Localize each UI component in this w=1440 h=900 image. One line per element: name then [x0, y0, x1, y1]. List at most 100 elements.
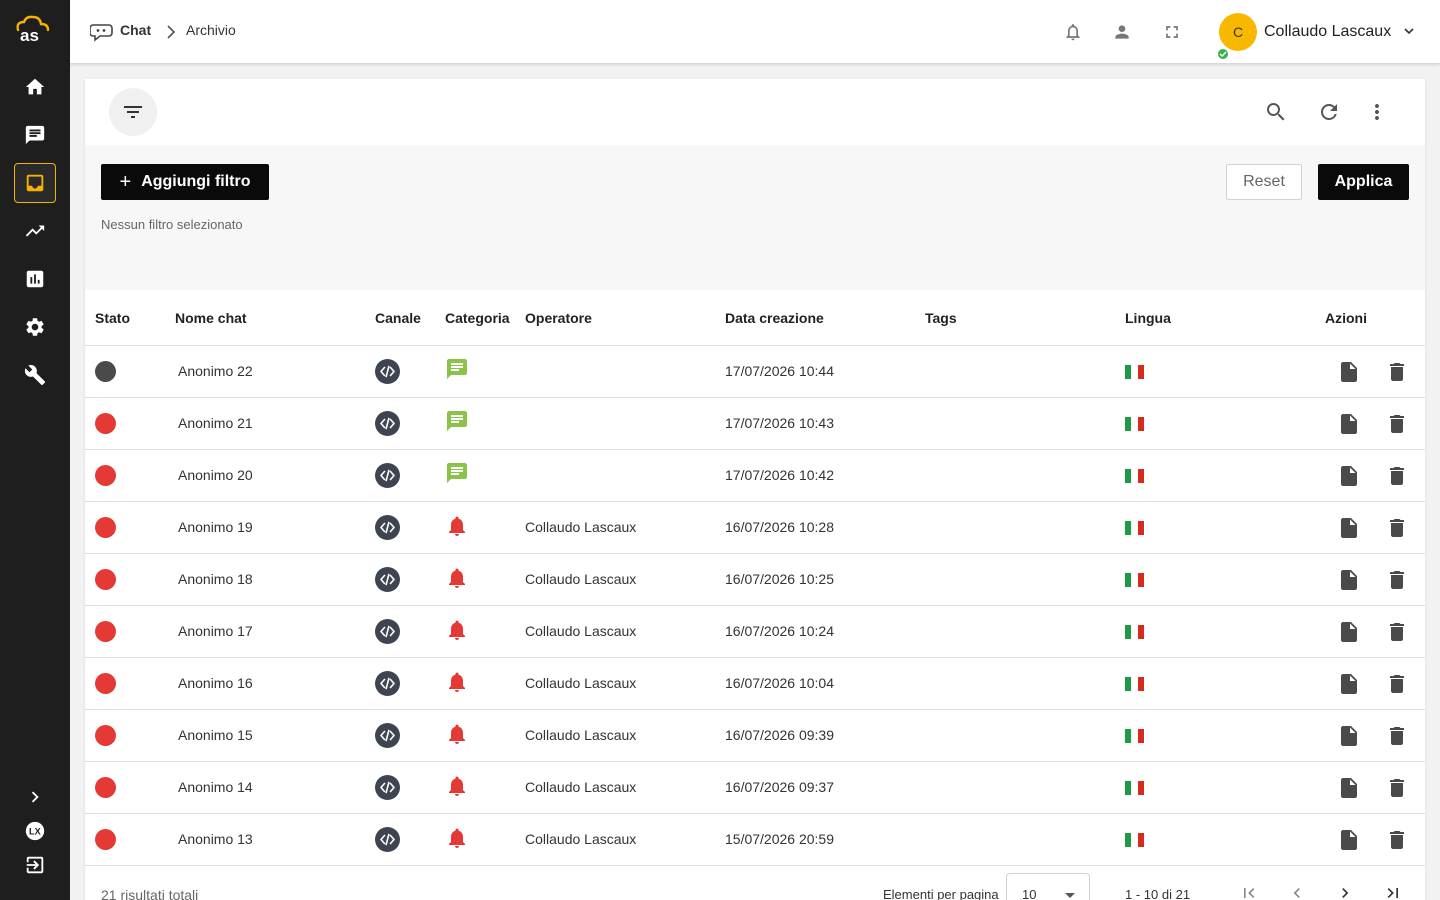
category-bell-icon [445, 670, 469, 694]
more-options-button[interactable] [1365, 100, 1389, 124]
category-chat-icon [445, 461, 469, 485]
table-footer: 21 risultati totali Elementi per pagina … [85, 866, 1425, 900]
table-row[interactable]: Anonimo 21 17/07/2026 10:43 [85, 398, 1425, 450]
table-row[interactable]: Anonimo 14 Collaudo Lascaux 16/07/2026 09:… [85, 762, 1425, 814]
delete-button[interactable] [1385, 360, 1409, 384]
table-row[interactable]: Anonimo 13 Collaudo Lascaux 15/07/2026 20:… [85, 814, 1425, 866]
table-row[interactable]: Anonimo 20 17/07/2026 10:42 [85, 450, 1425, 502]
italy-flag-icon [1125, 625, 1144, 639]
chat-name[interactable]: Anonimo 21 [178, 415, 253, 431]
view-transcript-button[interactable] [1337, 360, 1361, 384]
delete-button[interactable] [1385, 672, 1409, 696]
add-filter-button[interactable]: + Aggiungi filtro [101, 164, 269, 200]
delete-button[interactable] [1385, 620, 1409, 644]
creation-date: 16/07/2026 10:28 [725, 519, 834, 535]
web-code-icon [375, 723, 400, 748]
delete-button[interactable] [1385, 464, 1409, 488]
nav-reports[interactable] [14, 259, 56, 299]
trash-icon [1385, 571, 1409, 596]
delete-button[interactable] [1385, 724, 1409, 748]
total-count: 21 [101, 887, 117, 900]
notifications-button[interactable] [1063, 22, 1083, 42]
next-page-button[interactable] [1335, 883, 1355, 900]
profile-button[interactable] [1112, 22, 1132, 42]
view-transcript-button[interactable] [1337, 620, 1361, 644]
per-page-select[interactable]: 10 [1006, 873, 1090, 900]
delete-button[interactable] [1385, 828, 1409, 852]
breadcrumb-chat[interactable]: Chat [120, 22, 151, 38]
document-icon [1337, 414, 1361, 440]
table-row[interactable]: Anonimo 19 Collaudo Lascaux 16/07/2026 10:… [85, 502, 1425, 554]
operator-name: Collaudo Lascaux [525, 571, 637, 587]
chevron-down-icon[interactable] [1403, 25, 1415, 37]
header-nome-chat[interactable]: Nome chat [175, 310, 247, 326]
prev-page-button[interactable] [1287, 883, 1307, 900]
italy-flag-icon [1125, 469, 1144, 483]
status-indicator [95, 829, 116, 850]
chat-name[interactable]: Anonimo 22 [178, 363, 253, 379]
filter-toggle-button[interactable] [109, 88, 157, 136]
as-logo[interactable]: as [12, 14, 54, 44]
table-row[interactable]: Anonimo 22 17/07/2026 10:44 [85, 346, 1425, 398]
table-row[interactable]: Anonimo 15 Collaudo Lascaux 16/07/2026 09:… [85, 710, 1425, 762]
chat-name[interactable]: Anonimo 18 [178, 571, 253, 587]
nav-tools[interactable] [14, 355, 56, 395]
view-transcript-button[interactable] [1337, 412, 1361, 436]
delete-button[interactable] [1385, 412, 1409, 436]
status-indicator [95, 777, 116, 798]
chat-name[interactable]: Anonimo 15 [178, 727, 253, 743]
chat-name[interactable]: Anonimo 19 [178, 519, 253, 535]
refresh-button[interactable] [1317, 100, 1341, 124]
view-transcript-button[interactable] [1337, 776, 1361, 800]
trash-icon [1385, 363, 1409, 388]
view-transcript-button[interactable] [1337, 672, 1361, 696]
delete-button[interactable] [1385, 568, 1409, 592]
chevron-right-icon [167, 25, 176, 39]
status-indicator [95, 465, 116, 486]
chat-name[interactable]: Anonimo 13 [178, 831, 253, 847]
header-tags[interactable]: Tags [925, 310, 957, 326]
chat-name[interactable]: Anonimo 17 [178, 623, 253, 639]
bar-chart-icon [26, 270, 44, 288]
trash-icon [1385, 675, 1409, 700]
table-row[interactable]: Anonimo 18 Collaudo Lascaux 16/07/2026 10:… [85, 554, 1425, 606]
chat-name[interactable]: Anonimo 14 [178, 779, 253, 795]
header-lingua[interactable]: Lingua [1125, 310, 1171, 326]
header-data-creazione[interactable]: Data creazione [725, 310, 824, 326]
document-icon [1337, 466, 1361, 492]
delete-button[interactable] [1385, 776, 1409, 800]
status-indicator [95, 517, 116, 538]
table-row[interactable]: Anonimo 17 Collaudo Lascaux 16/07/2026 10:… [85, 606, 1425, 658]
chat-name[interactable]: Anonimo 20 [178, 467, 253, 483]
avatar[interactable]: C [1219, 13, 1257, 51]
apply-button[interactable]: Applica [1318, 164, 1409, 200]
logout-button[interactable] [14, 845, 56, 885]
table-row[interactable]: Anonimo 16 Collaudo Lascaux 16/07/2026 10:… [85, 658, 1425, 710]
creation-date: 15/07/2026 20:59 [725, 831, 834, 847]
view-transcript-button[interactable] [1337, 724, 1361, 748]
nav-archive[interactable] [14, 163, 56, 203]
nav-home[interactable] [14, 67, 56, 107]
view-transcript-button[interactable] [1337, 516, 1361, 540]
chat-name[interactable]: Anonimo 16 [178, 675, 253, 691]
view-transcript-button[interactable] [1337, 568, 1361, 592]
delete-button[interactable] [1385, 516, 1409, 540]
first-page-button[interactable] [1239, 883, 1259, 900]
header-categoria[interactable]: Categoria [445, 310, 510, 326]
view-transcript-button[interactable] [1337, 464, 1361, 488]
document-icon [1337, 830, 1361, 856]
trash-icon [1385, 727, 1409, 752]
fullscreen-button[interactable] [1162, 22, 1182, 42]
user-name[interactable]: Collaudo Lascaux [1264, 23, 1391, 41]
nav-trends[interactable] [14, 211, 56, 251]
header-stato[interactable]: Stato [95, 310, 130, 326]
table-header: Stato Nome chat Canale Categoria Operato… [85, 290, 1425, 346]
reset-button[interactable]: Reset [1226, 164, 1302, 200]
last-page-button[interactable] [1383, 883, 1403, 900]
search-button[interactable] [1264, 100, 1288, 124]
header-canale[interactable]: Canale [375, 310, 421, 326]
header-operatore[interactable]: Operatore [525, 310, 592, 326]
nav-chat[interactable] [14, 115, 56, 155]
view-transcript-button[interactable] [1337, 828, 1361, 852]
nav-settings[interactable] [14, 307, 56, 347]
